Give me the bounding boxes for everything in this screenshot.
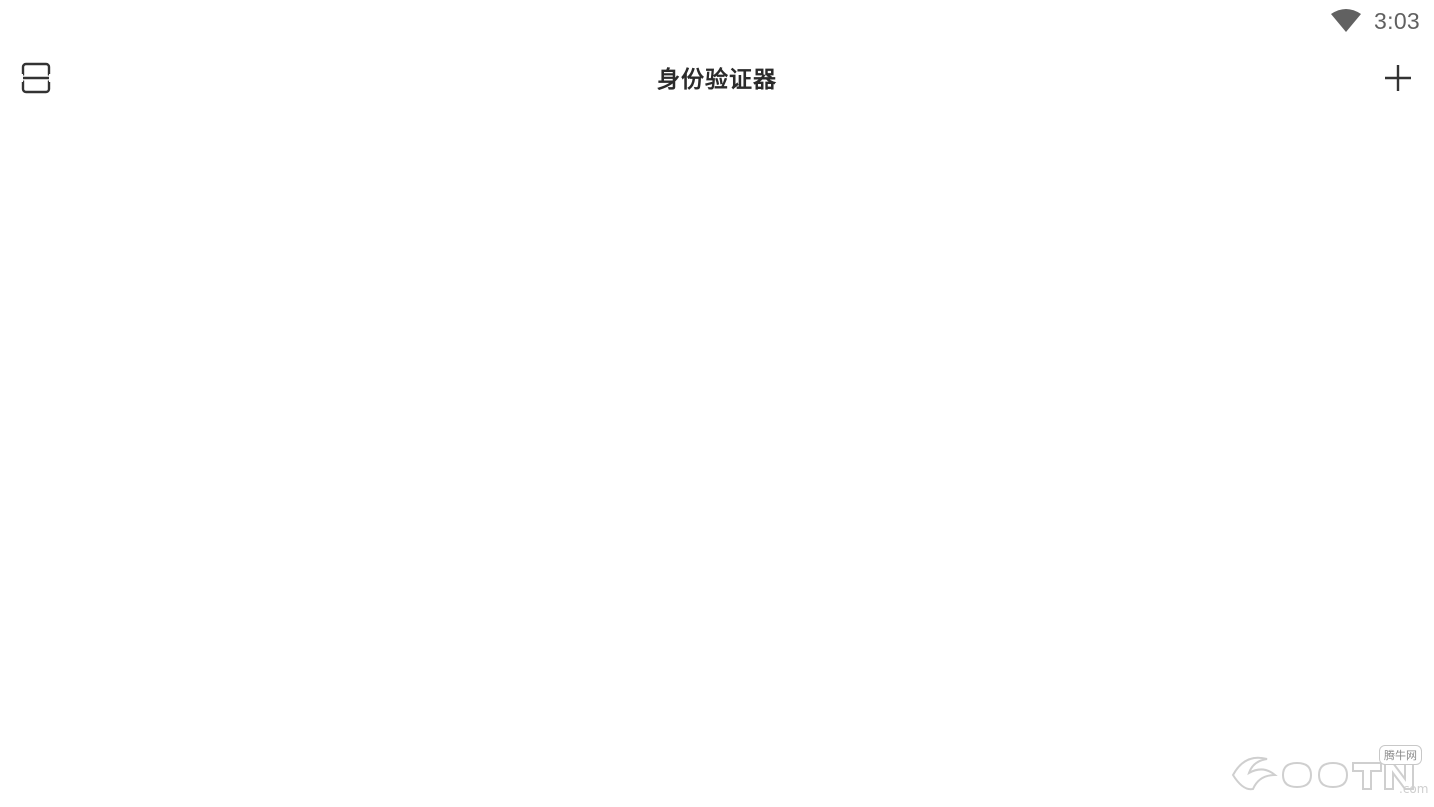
svg-text:.com: .com (1399, 782, 1428, 796)
app-screen: 3:03 身份验证器 .com 腾牛网 (0, 0, 1434, 807)
plus-icon (1383, 63, 1413, 93)
content-area (0, 108, 1434, 807)
watermark: .com 腾牛网 (1223, 745, 1428, 803)
status-time: 3:03 (1374, 7, 1420, 34)
status-right: 3:03 (1330, 6, 1420, 36)
wifi-icon (1330, 9, 1362, 33)
app-bar: 身份验证器 (0, 46, 1434, 108)
add-button[interactable] (1372, 52, 1424, 104)
status-bar: 3:03 (0, 0, 1434, 42)
watermark-site-label: 腾牛网 (1379, 745, 1422, 765)
page-title: 身份验证器 (657, 67, 777, 93)
